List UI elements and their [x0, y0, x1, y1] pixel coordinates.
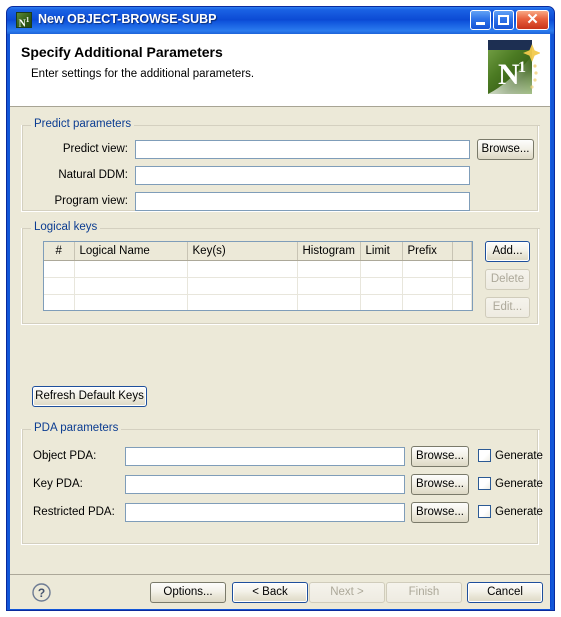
- predict-parameters-legend: Predict parameters: [31, 118, 135, 130]
- svg-text:?: ?: [38, 586, 45, 600]
- object-pda-input[interactable]: [125, 447, 405, 466]
- natural-n1-icon: N1: [16, 12, 32, 29]
- cancel-button[interactable]: Cancel: [467, 582, 543, 603]
- col-header-spacer: [452, 242, 472, 261]
- natural-ddm-label: Natural DDM:: [58, 169, 128, 181]
- table-row[interactable]: [44, 294, 472, 310]
- restricted-pda-generate-label[interactable]: Generate: [495, 506, 543, 518]
- table-header-row: # Logical Name Key(s) Histogram Limit Pr…: [44, 242, 472, 261]
- page-subtitle: Enter settings for the additional parame…: [31, 68, 255, 80]
- col-header-number[interactable]: #: [44, 242, 75, 261]
- table-row[interactable]: [44, 260, 472, 278]
- logical-keys-group: Logical keys # Logical Name Key(s) Histo…: [21, 221, 540, 325]
- finish-button: Finish: [386, 582, 462, 603]
- object-pda-generate-label[interactable]: Generate: [495, 450, 543, 462]
- group-top-right-border: [133, 125, 540, 126]
- logical-keys-body: [44, 260, 472, 310]
- minimize-button[interactable]: [470, 10, 491, 30]
- predict-view-browse-button[interactable]: Browse...: [477, 139, 534, 160]
- col-header-limit[interactable]: Limit: [360, 242, 403, 261]
- object-pda-label: Object PDA:: [33, 450, 97, 462]
- natural-n1-banner-logo: N 1: [488, 40, 540, 94]
- group-top-right-border: [100, 228, 540, 229]
- object-pda-generate-checkbox[interactable]: [478, 449, 491, 462]
- key-pda-generate-checkbox[interactable]: [478, 477, 491, 490]
- logical-keys-legend: Logical keys: [31, 221, 101, 233]
- key-pda-browse-button[interactable]: Browse...: [411, 474, 469, 495]
- footer-separator: [10, 574, 550, 575]
- window-controls: ✕: [470, 10, 549, 30]
- key-pda-label: Key PDA:: [33, 478, 83, 490]
- maximize-button[interactable]: [493, 10, 514, 30]
- col-header-logical-name[interactable]: Logical Name: [74, 242, 188, 261]
- wizard-body: Predict parameters Predict view: Browse.…: [10, 108, 550, 574]
- pda-parameters-group: PDA parameters Object PDA: Browse... Gen…: [21, 422, 543, 545]
- minimize-icon: [476, 22, 485, 25]
- window-title: New OBJECT-BROWSE-SUBP: [38, 12, 217, 26]
- edit-logical-key-button: Edit...: [485, 297, 530, 318]
- wizard-header: Specify Additional Parameters Enter sett…: [10, 34, 550, 107]
- restricted-pda-input[interactable]: [125, 503, 405, 522]
- add-logical-key-button[interactable]: Add...: [485, 241, 530, 262]
- refresh-default-keys-button[interactable]: Refresh Default Keys: [32, 386, 147, 407]
- group-top-left-border: [22, 228, 31, 229]
- svg-text:1: 1: [518, 59, 526, 76]
- program-view-input[interactable]: [135, 192, 470, 211]
- restricted-pda-browse-button[interactable]: Browse...: [411, 502, 469, 523]
- close-button[interactable]: ✕: [516, 10, 549, 30]
- next-button: Next >: [309, 582, 385, 603]
- help-question-icon[interactable]: ?: [32, 583, 51, 602]
- restricted-pda-label: Restricted PDA:: [33, 506, 115, 518]
- title-bar: N1 New OBJECT-BROWSE-SUBP ✕: [7, 7, 554, 34]
- col-header-histogram[interactable]: Histogram: [297, 242, 361, 261]
- maximize-icon: [498, 15, 509, 25]
- logical-keys-table[interactable]: # Logical Name Key(s) Histogram Limit Pr…: [43, 241, 473, 311]
- svg-text:N: N: [498, 58, 520, 91]
- table-row[interactable]: [44, 277, 472, 295]
- key-pda-generate-label[interactable]: Generate: [495, 478, 543, 490]
- pda-parameters-legend: PDA parameters: [31, 422, 122, 434]
- back-button[interactable]: < Back: [232, 582, 308, 603]
- dialog-footer: ? Options... < Back Next > Finish Cancel: [10, 574, 550, 609]
- delete-logical-key-button: Delete: [485, 269, 530, 290]
- screenshot-root: N1 New OBJECT-BROWSE-SUBP ✕ Specify Addi…: [0, 0, 561, 617]
- key-pda-input[interactable]: [125, 475, 405, 494]
- dialog-window: N1 New OBJECT-BROWSE-SUBP ✕ Specify Addi…: [6, 6, 555, 611]
- group-top-right-border: [112, 429, 540, 430]
- dialog-client-area: Specify Additional Parameters Enter sett…: [10, 34, 550, 609]
- object-pda-browse-button[interactable]: Browse...: [411, 446, 469, 467]
- natural-ddm-input[interactable]: [135, 166, 470, 185]
- page-title: Specify Additional Parameters: [21, 44, 223, 60]
- predict-parameters-group: Predict parameters Predict view: Browse.…: [21, 118, 540, 212]
- group-top-left-border: [22, 125, 31, 126]
- col-header-keys[interactable]: Key(s): [187, 242, 298, 261]
- col-header-prefix[interactable]: Prefix: [402, 242, 453, 261]
- predict-view-label: Predict view:: [62, 143, 128, 155]
- restricted-pda-generate-checkbox[interactable]: [478, 505, 491, 518]
- program-view-label: Program view:: [54, 195, 129, 207]
- close-icon: ✕: [526, 11, 539, 28]
- predict-view-input[interactable]: [135, 140, 470, 159]
- logical-keys-grid: # Logical Name Key(s) Histogram Limit Pr…: [44, 242, 472, 310]
- group-top-left-border: [22, 429, 31, 430]
- options-button[interactable]: Options...: [150, 582, 226, 603]
